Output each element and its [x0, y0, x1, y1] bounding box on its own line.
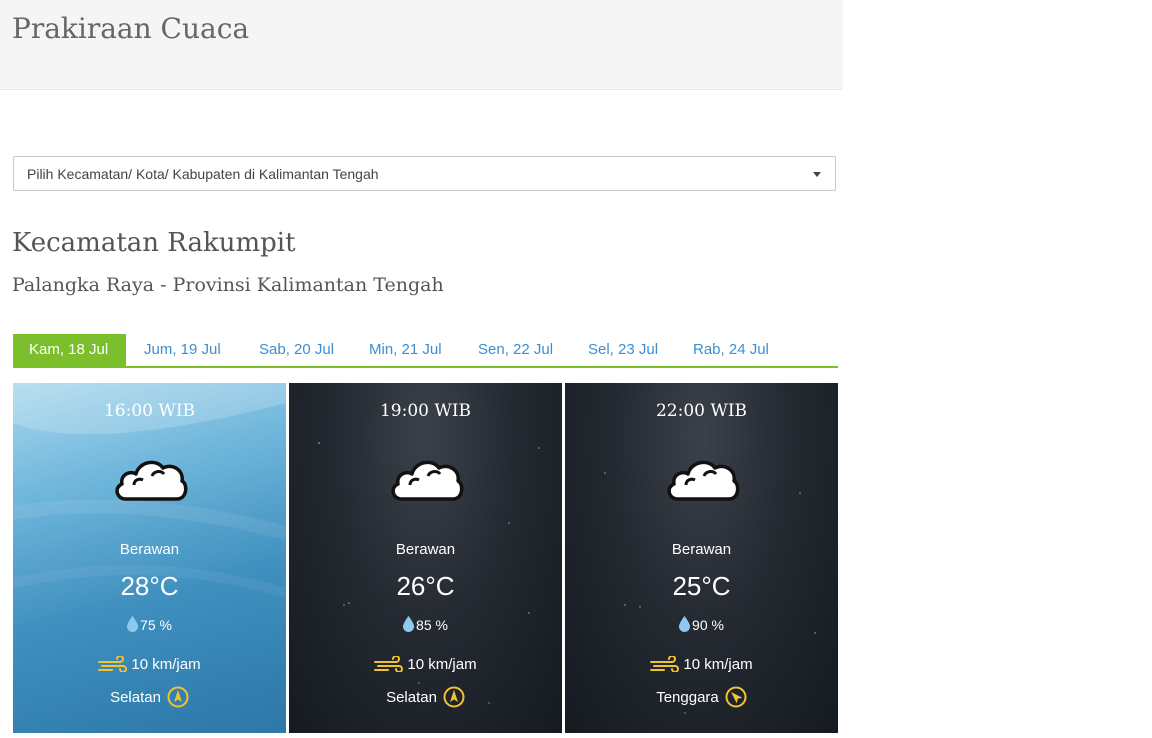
forecast-wind-direction: Selatan: [110, 689, 161, 706]
forecast-condition: Berawan: [119, 541, 180, 558]
forecast-wind-speed: 10 km/jam: [131, 656, 201, 673]
forecast-humidity: 75 %: [140, 617, 172, 633]
forecast-card: 16:00 WIB Berawan 28°C 75 % 10 km/jam Se…: [13, 383, 286, 733]
page: Prakiraan Cuaca Pilih Kecamatan/ Kota/ K…: [0, 0, 1152, 738]
location-title: Kecamatan Rakumpit: [12, 228, 296, 258]
tab-date-4[interactable]: Sen, 22 Jul: [462, 334, 569, 366]
date-tabs: Kam, 18 Jul Jum, 19 Jul Sab, 20 Jul Min,…: [13, 334, 838, 368]
location-select-text: Pilih Kecamatan/ Kota/ Kabupaten di Kali…: [27, 166, 379, 182]
page-header: Prakiraan Cuaca: [0, 0, 843, 90]
cloud-icon: [391, 460, 464, 501]
sky-background: [13, 383, 286, 598]
tab-date-3[interactable]: Min, 21 Jul: [353, 334, 458, 366]
forecast-card: 22:00 WIB Berawan 25°C 90 % 10 km/jam Te…: [565, 383, 838, 733]
compass-arrow-icon: [167, 686, 189, 708]
night-sky-background: [604, 472, 816, 714]
forecast-cards: 16:00 WIB Berawan 28°C 75 % 10 km/jam Se…: [13, 383, 838, 733]
forecast-wind-direction-row: Selatan: [289, 686, 562, 708]
wind-icon: [374, 656, 404, 672]
tab-date-1[interactable]: Jum, 19 Jul: [128, 334, 237, 366]
forecast-wind-direction-row: Selatan: [13, 686, 286, 708]
forecast-condition: Berawan: [671, 541, 732, 558]
tab-date-5[interactable]: Sel, 23 Jul: [572, 334, 674, 366]
forecast-card: 19:00 WIB Berawan 26°C 85 % 10 km/jam Se…: [289, 383, 562, 733]
tab-date-2[interactable]: Sab, 20 Jul: [243, 334, 350, 366]
page-title: Prakiraan Cuaca: [12, 12, 250, 45]
humidity-drop-icon: [127, 616, 139, 632]
forecast-wind-direction-row: Tenggara: [565, 686, 838, 708]
forecast-temperature: 25°C: [672, 571, 731, 601]
cloud-icon: [667, 460, 740, 501]
forecast-humidity-row: 85 %: [289, 616, 562, 633]
forecast-temperature: 26°C: [396, 571, 455, 601]
forecast-humidity: 90 %: [692, 617, 724, 633]
cloud-icon: [115, 460, 188, 501]
forecast-wind-direction: Tenggara: [656, 689, 719, 706]
forecast-condition: Berawan: [395, 541, 456, 558]
tab-date-0[interactable]: Kam, 18 Jul: [13, 334, 126, 366]
forecast-wind-row: 10 km/jam: [13, 656, 286, 673]
forecast-time: 16:00 WIB: [103, 401, 196, 421]
humidity-drop-icon: [403, 616, 415, 632]
forecast-wind-row: 10 km/jam: [565, 656, 838, 673]
forecast-humidity-row: 75 %: [13, 616, 286, 633]
location-select[interactable]: Pilih Kecamatan/ Kota/ Kabupaten di Kali…: [13, 156, 836, 191]
humidity-drop-icon: [679, 616, 691, 632]
location-subtitle: Palangka Raya - Provinsi Kalimantan Teng…: [12, 274, 444, 296]
forecast-humidity: 85 %: [416, 617, 448, 633]
forecast-wind-row: 10 km/jam: [289, 656, 562, 673]
compass-arrow-icon: [725, 686, 747, 708]
chevron-down-icon: [813, 172, 821, 177]
forecast-temperature: 28°C: [120, 571, 179, 601]
forecast-humidity-row: 90 %: [565, 616, 838, 633]
night-sky-background: [318, 442, 540, 704]
forecast-time: 22:00 WIB: [655, 401, 748, 421]
tab-date-6[interactable]: Rab, 24 Jul: [677, 334, 785, 366]
forecast-time: 19:00 WIB: [379, 401, 472, 421]
forecast-wind-direction: Selatan: [386, 689, 437, 706]
wind-icon: [98, 656, 128, 672]
forecast-wind-speed: 10 km/jam: [407, 656, 477, 673]
forecast-wind-speed: 10 km/jam: [683, 656, 753, 673]
wind-icon: [650, 656, 680, 672]
compass-arrow-icon: [443, 686, 465, 708]
